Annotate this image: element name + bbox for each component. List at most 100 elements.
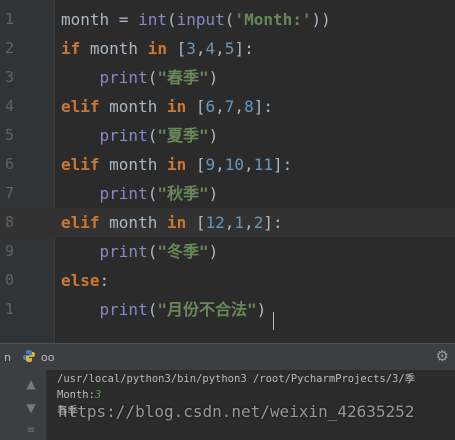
code-token: "月份不合法" bbox=[157, 300, 257, 319]
line-number: 3 bbox=[5, 68, 15, 86]
line-number: 6 bbox=[5, 155, 15, 173]
code-token: input bbox=[176, 10, 225, 29]
code-line[interactable]: 5 print("夏季") bbox=[0, 121, 455, 150]
code-token: [ bbox=[186, 97, 206, 116]
code-token: ( bbox=[147, 184, 158, 203]
code-token: 9 bbox=[205, 155, 216, 174]
code-line[interactable]: 3 print("春季") bbox=[0, 63, 455, 92]
code-line[interactable]: 2 if month in [3,4,5]: bbox=[0, 34, 455, 63]
code-token: "夏季" bbox=[157, 126, 209, 145]
code-line[interactable]: 7 print("秋季") bbox=[0, 179, 455, 208]
code-token: , bbox=[244, 213, 254, 232]
line-number: 9 bbox=[5, 242, 15, 260]
code-token: 5 bbox=[224, 39, 235, 58]
line-number: 4 bbox=[5, 97, 15, 115]
code-token: [ bbox=[166, 39, 187, 58]
code-line[interactable]: 1 print("月份不合法") bbox=[0, 295, 455, 324]
code-token: 'Month:' bbox=[234, 10, 312, 29]
gear-icon[interactable]: ⚙ bbox=[436, 347, 449, 365]
run-config-label[interactable]: oo bbox=[41, 351, 54, 364]
code-line[interactable]: 9 print("冬季") bbox=[0, 237, 455, 266]
line-number: 0 bbox=[5, 271, 15, 289]
code-line[interactable]: 6 elif month in [9,10,11]: bbox=[0, 150, 455, 179]
line-number: 1 bbox=[5, 10, 15, 28]
code-line[interactable]: 0 else: bbox=[0, 266, 455, 295]
arrow-down-icon[interactable]: ▼ bbox=[22, 399, 40, 417]
code-token: , bbox=[234, 97, 245, 116]
code-editor[interactable]: 1 month = int(input('Month:')) 2 if month i… bbox=[0, 0, 455, 343]
code-line[interactable]: 1 month = int(input('Month:')) bbox=[0, 5, 455, 34]
code-line[interactable]: 8 elif month in [12,1,2]: bbox=[0, 208, 455, 237]
code-token: = bbox=[109, 10, 139, 29]
code-token: "春季" bbox=[157, 68, 209, 87]
code-token: month bbox=[61, 10, 110, 29]
console-prompt: Month: bbox=[57, 389, 95, 401]
code-token: ( bbox=[147, 68, 158, 87]
code-token: 6 bbox=[205, 97, 216, 116]
code-text: else: bbox=[61, 266, 109, 295]
code-token: [ bbox=[186, 213, 206, 232]
line-number: 7 bbox=[5, 184, 15, 202]
python-icon bbox=[23, 350, 35, 362]
code-text: print("月份不合法") bbox=[61, 295, 267, 324]
code-token: 8 bbox=[244, 97, 254, 116]
console-prompt-line: Month:3 bbox=[57, 388, 101, 403]
code-token: month bbox=[99, 213, 167, 232]
line-number: 1 bbox=[5, 300, 15, 318]
code-line[interactable]: 4 elif month in [6,7,8]: bbox=[0, 92, 455, 121]
code-token: in bbox=[166, 155, 187, 174]
text-caret bbox=[273, 312, 274, 330]
code-token: 12 bbox=[205, 213, 225, 232]
watermark-text: https://blog.csdn.net/weixin_42635252 bbox=[58, 402, 415, 421]
code-token: month bbox=[80, 39, 148, 58]
code-token: ( bbox=[147, 242, 158, 261]
code-token: , bbox=[195, 39, 206, 58]
code-token: print bbox=[99, 126, 148, 145]
code-token: 3 bbox=[186, 39, 196, 58]
code-token: : bbox=[99, 271, 110, 290]
code-token: print bbox=[99, 184, 148, 203]
arrow-up-icon[interactable]: ▲ bbox=[22, 375, 40, 393]
code-token: [ bbox=[186, 155, 206, 174]
code-token: ) bbox=[208, 68, 219, 87]
code-token: if bbox=[61, 39, 81, 58]
code-token: elif bbox=[61, 97, 100, 116]
wrap-icon[interactable]: ≡ bbox=[22, 422, 40, 440]
code-token: 4 bbox=[205, 39, 216, 58]
code-token: elif bbox=[61, 213, 100, 232]
ide-window: 1 month = int(input('Month:')) 2 if month i… bbox=[0, 0, 455, 440]
console-command-line: /usr/local/python3/bin/python3 /root/Pyc… bbox=[57, 373, 416, 385]
code-token: 7 bbox=[224, 97, 235, 116]
run-tool-window-header: n oo ⚙ bbox=[0, 343, 455, 370]
code-token: ) bbox=[208, 184, 219, 203]
code-token: ( bbox=[147, 300, 158, 319]
code-token: month bbox=[99, 97, 167, 116]
code-token: ( bbox=[166, 10, 177, 29]
code-token: ]: bbox=[234, 39, 254, 58]
code-token: "冬季" bbox=[157, 242, 209, 261]
code-token: else bbox=[61, 271, 100, 290]
code-text: month = int(input('Month:')) bbox=[61, 5, 331, 34]
code-token: ]: bbox=[272, 155, 293, 174]
code-token: 1 bbox=[234, 213, 245, 232]
code-token: ) bbox=[256, 300, 267, 319]
code-token: ) bbox=[208, 242, 219, 261]
code-token: print bbox=[99, 300, 148, 319]
line-number: 8 bbox=[5, 213, 15, 231]
code-text: print("秋季") bbox=[61, 179, 219, 208]
run-tab-label[interactable]: n bbox=[4, 351, 11, 364]
code-token: , bbox=[244, 155, 254, 174]
code-token: 2 bbox=[253, 213, 264, 232]
code-text: print("冬季") bbox=[61, 237, 219, 266]
code-token: ]: bbox=[263, 213, 283, 232]
code-token: 10 bbox=[224, 155, 245, 174]
code-text: elif month in [12,1,2]: bbox=[61, 208, 283, 237]
code-text: elif month in [9,10,11]: bbox=[61, 150, 292, 179]
code-token: 11 bbox=[253, 155, 273, 174]
code-token: , bbox=[224, 213, 235, 232]
code-token: )) bbox=[311, 10, 331, 29]
